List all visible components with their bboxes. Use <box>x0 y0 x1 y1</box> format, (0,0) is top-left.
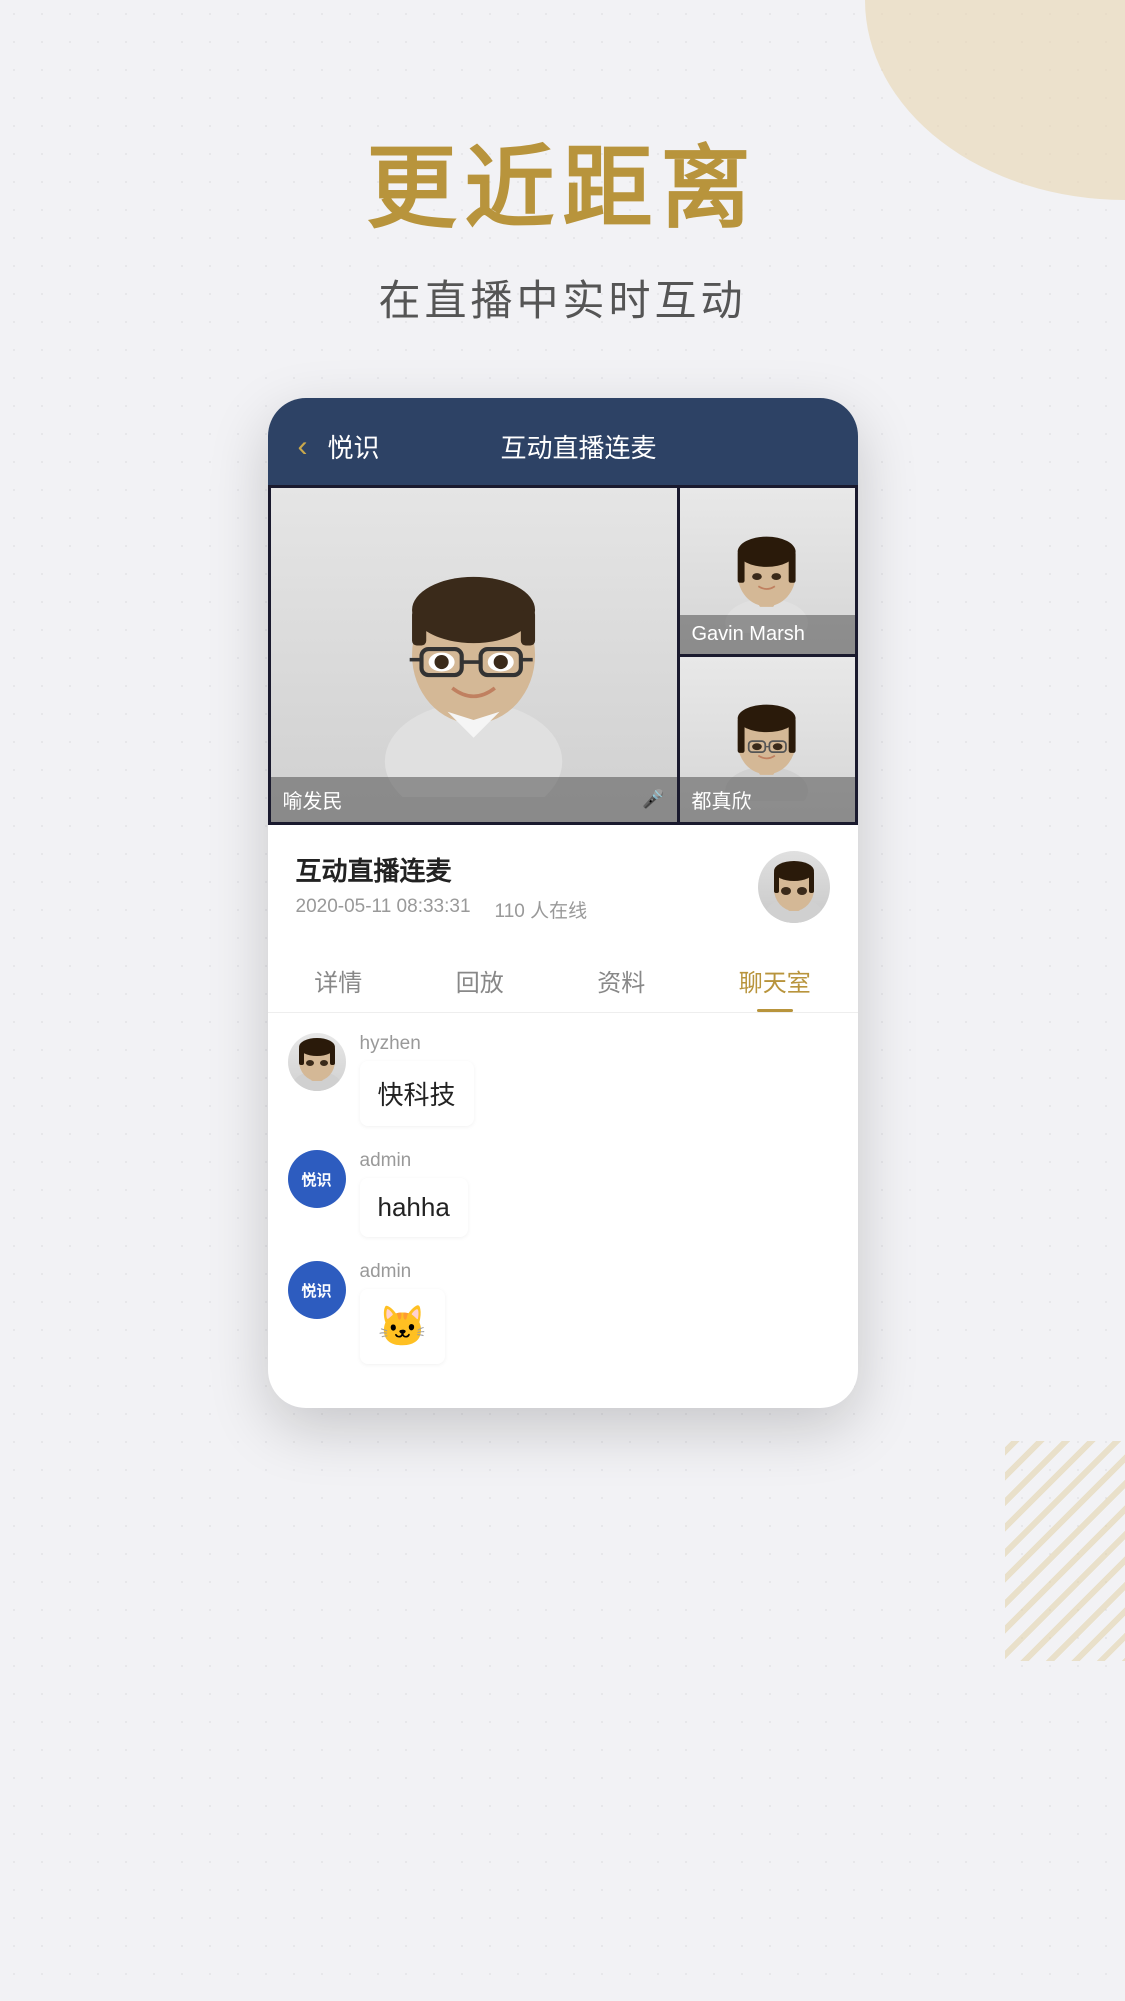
live-info-title: 互动直播连麦 <box>296 851 588 888</box>
side-video-column: Gavin Marsh <box>680 488 855 822</box>
side-top-name: Gavin Marsh <box>692 623 805 646</box>
host-avatar <box>758 851 830 923</box>
tabs-bar: 详情 回放 资料 聊天室 <box>268 939 858 1013</box>
side-bottom-label: 都真欣 <box>680 777 855 822</box>
chat-bubble-1: 快科技 <box>360 1061 474 1126</box>
side-video-top: Gavin Marsh <box>680 488 855 654</box>
chat-username-1: hyzhen <box>360 1033 474 1055</box>
page-content: 更近距离 在直播中实时互动 ‹ 悦识 互动直播连麦 <box>0 0 1125 1408</box>
chat-message-3: 悦识 admin 🐱 <box>288 1261 838 1364</box>
live-online-count: 110 人在线 <box>495 896 588 923</box>
side-bottom-name: 都真欣 <box>692 785 752 814</box>
live-info-section: 互动直播连麦 2020-05-11 08:33:31 110 人在线 <box>268 825 858 923</box>
chat-message-1: hyzhen 快科技 <box>288 1033 838 1126</box>
main-person-name: 喻发民 <box>283 785 343 814</box>
tab-chatroom[interactable]: 聊天室 <box>739 963 811 1012</box>
main-person-photo <box>271 488 677 822</box>
video-grid: 喻发民 🎤 <box>268 485 858 825</box>
chat-content-2: admin hahha <box>360 1150 468 1237</box>
chat-username-2: admin <box>360 1150 468 1172</box>
main-video-label: 喻发民 🎤 <box>271 777 677 822</box>
yueshi-logo-text: 悦识 <box>301 1169 331 1190</box>
yueshi-logo-text-2: 悦识 <box>301 1280 331 1301</box>
main-video-panel: 喻发民 🎤 <box>271 488 677 822</box>
app-name: 悦识 <box>328 428 380 465</box>
chat-username-3: admin <box>360 1261 446 1283</box>
phone-mockup: ‹ 悦识 互动直播连麦 <box>268 398 858 1408</box>
sub-title: 在直播中实时互动 <box>378 267 746 328</box>
live-info-left: 互动直播连麦 2020-05-11 08:33:31 110 人在线 <box>296 851 588 923</box>
live-datetime: 2020-05-11 08:33:31 <box>296 896 471 923</box>
live-meta: 2020-05-11 08:33:31 110 人在线 <box>296 896 588 923</box>
tab-materials[interactable]: 资料 <box>597 963 645 1012</box>
tab-replay[interactable]: 回放 <box>456 963 504 1012</box>
app-header: ‹ 悦识 互动直播连麦 <box>268 398 858 485</box>
back-button[interactable]: ‹ <box>298 430 308 464</box>
chat-bubble-2: hahha <box>360 1178 468 1237</box>
chat-avatar-admin-1: 悦识 <box>288 1150 346 1208</box>
chat-avatar-admin-2: 悦识 <box>288 1261 346 1319</box>
side-video-bottom: 都真欣 <box>680 657 855 823</box>
chat-bubble-emoji: 🐱 <box>360 1289 446 1364</box>
main-title: 更近距离 <box>367 140 759 239</box>
live-header-title: 互动直播连麦 <box>400 428 758 465</box>
chat-content-1: hyzhen 快科技 <box>360 1033 474 1126</box>
mic-icon: 🎤 <box>642 789 664 810</box>
chat-section: hyzhen 快科技 悦识 admin hahha 悦识 <box>268 1013 858 1408</box>
tab-details[interactable]: 详情 <box>314 963 362 1012</box>
chat-message-2: 悦识 admin hahha <box>288 1150 838 1237</box>
chat-avatar-hyzhen <box>288 1033 346 1091</box>
side-top-label: Gavin Marsh <box>680 615 855 654</box>
host-avatar-inner <box>758 851 830 923</box>
bg-stripe-decoration <box>1005 1441 1125 1661</box>
chat-content-3: admin 🐱 <box>360 1261 446 1364</box>
